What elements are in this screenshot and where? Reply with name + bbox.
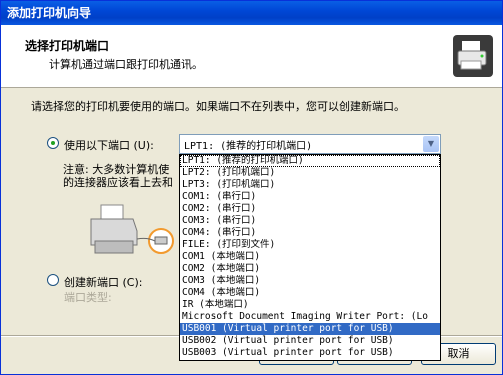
- printer-wizard-icon: [453, 35, 493, 77]
- dropdown-option[interactable]: COM3 (本地端口): [180, 275, 440, 287]
- instruction-text: 请选择您的打印机要使用的端口。如果端口不在列表中，您可以创建新端口。: [31, 100, 405, 113]
- port-select[interactable]: LPT1: (推荐的打印机端口) ▼: [179, 134, 441, 154]
- dropdown-option[interactable]: LPT2: (打印机端口): [180, 167, 440, 179]
- dropdown-option[interactable]: LPT3: (打印机端口): [180, 179, 440, 191]
- dropdown-option[interactable]: COM1: (串行口): [180, 191, 440, 203]
- dropdown-option[interactable]: COM3: (串行口): [180, 215, 440, 227]
- create-port-label: 创建新端口 (C):: [64, 276, 143, 289]
- dropdown-option[interactable]: COM2: (串行口): [180, 203, 440, 215]
- header-subtitle: 计算机通过端口跟打印机通讯。: [49, 58, 203, 71]
- port-type-label: 端口类型:: [64, 291, 112, 304]
- dropdown-option[interactable]: FILE: (打印到文件): [180, 239, 440, 251]
- dropdown-option[interactable]: COM4: (串行口): [180, 227, 440, 239]
- use-port-radio[interactable]: [47, 137, 59, 149]
- add-printer-wizard-window: 添加打印机向导 选择打印机端口 计算机通过端口跟打印机通讯。 请选择您的打印机要…: [0, 0, 503, 375]
- use-port-label: 使用以下端口 (U):: [64, 139, 154, 152]
- note-line-2: 的连接器应该看上去和: [63, 176, 173, 189]
- cancel-label: 取消: [447, 347, 470, 360]
- chevron-down-icon[interactable]: ▼: [423, 136, 439, 152]
- dropdown-option[interactable]: COM4 (本地端口): [180, 287, 440, 299]
- note-line-1: 注意: 大多数计算机使: [63, 163, 170, 176]
- port-dropdown-list[interactable]: LPT1: (推荐的打印机端口) LPT2: (打印机端口) LPT3: (打印机端…: [179, 154, 441, 361]
- dropdown-option[interactable]: USB003 (Virtual printer port for USB): [180, 347, 440, 359]
- dropdown-option[interactable]: COM2 (本地端口): [180, 263, 440, 275]
- dropdown-option[interactable]: USB002 (Virtual printer port for USB): [180, 335, 440, 347]
- note-text: 注意: 大多数计算机使 的连接器应该看上去和: [63, 163, 173, 189]
- dropdown-option[interactable]: LPT1: (推荐的打印机端口): [180, 155, 440, 167]
- dropdown-option[interactable]: COM1 (本地端口): [180, 251, 440, 263]
- create-port-radio[interactable]: [47, 274, 59, 286]
- dropdown-option[interactable]: IR (本地端口): [180, 299, 440, 311]
- window-title: 添加打印机向导: [7, 6, 92, 20]
- port-select-value: LPT1: (推荐的打印机端口): [184, 141, 313, 152]
- dropdown-option[interactable]: Microsoft Document Imaging Writer Port: …: [180, 311, 440, 323]
- header-title: 选择打印机端口: [25, 39, 110, 53]
- dropdown-option[interactable]: USB001 (Virtual printer port for USB): [180, 323, 440, 335]
- printer-port-illustration-icon: [90, 204, 174, 254]
- wizard-header: 选择打印机端口 计算机通过端口跟打印机通讯。: [1, 25, 502, 88]
- title-bar: 添加打印机向导: [1, 1, 502, 25]
